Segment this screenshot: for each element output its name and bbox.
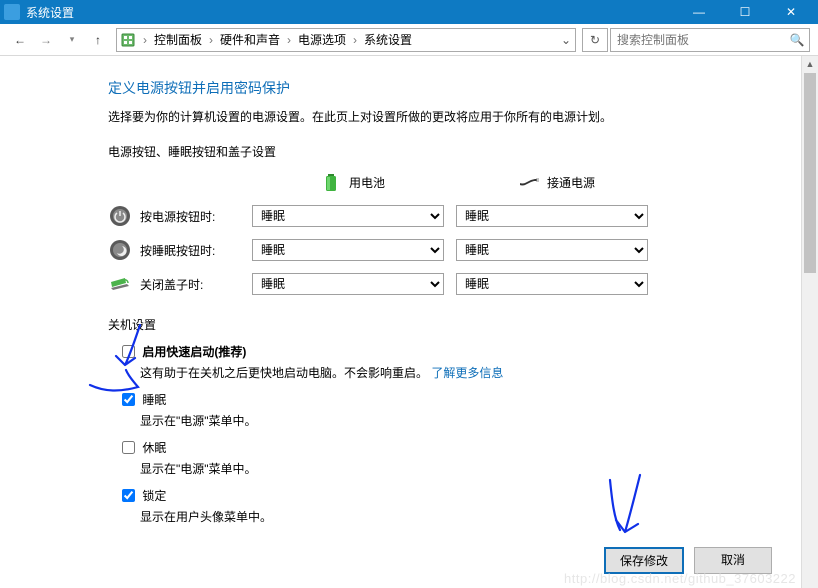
power-section-title: 电源按钮、睡眠按钮和盖子设置 — [108, 143, 761, 160]
sleep-sub: 显示在"电源"菜单中。 — [140, 412, 761, 429]
shutdown-section-title: 关机设置 — [108, 316, 761, 333]
fast-startup-label: 启用快速启动(推荐) — [142, 345, 246, 359]
close-lid-plugged-select[interactable]: 睡眠 — [456, 273, 648, 295]
up-button[interactable]: ↑ — [86, 28, 110, 52]
sleep-checkbox-label: 睡眠 — [142, 393, 166, 407]
lock-checkbox[interactable] — [122, 489, 135, 502]
window-title: 系统设置 — [26, 4, 676, 21]
plug-icon — [517, 170, 541, 194]
save-button[interactable]: 保存修改 — [604, 547, 684, 574]
control-panel-icon — [117, 32, 139, 48]
chevron-right-icon: › — [207, 33, 215, 47]
search-input[interactable] — [611, 33, 785, 47]
navigation-bar: ← → ▾ ↑ › 控制面板 › 硬件和声音 › 电源选项 › 系统设置 ⌄ ↻… — [0, 24, 818, 56]
app-icon — [4, 4, 20, 20]
scroll-thumb[interactable] — [804, 73, 816, 273]
content-area: 定义电源按钮并启用密码保护 选择要为你的计算机设置的电源设置。在此页上对设置所做… — [0, 56, 801, 588]
hibernate-sub: 显示在"电源"菜单中。 — [140, 460, 761, 477]
chevron-right-icon: › — [141, 33, 149, 47]
lid-icon — [108, 272, 132, 296]
back-button[interactable]: ← — [8, 28, 32, 52]
maximize-button[interactable]: ☐ — [722, 0, 768, 24]
page-title: 定义电源按钮并启用密码保护 — [108, 78, 761, 98]
lock-sub: 显示在用户头像菜单中。 — [140, 508, 761, 525]
breadcrumb-dropdown[interactable]: ⌄ — [557, 33, 575, 47]
scroll-up-button[interactable]: ▲ — [802, 56, 818, 73]
title-bar: 系统设置 — ☐ ✕ — [0, 0, 818, 24]
crumb-control-panel[interactable]: 控制面板 — [150, 29, 206, 50]
battery-column-header: 用电池 — [252, 170, 452, 194]
fast-startup-sub: 这有助于在关机之后更快地启动电脑。不会影响重启。 了解更多信息 — [140, 364, 761, 381]
close-button[interactable]: ✕ — [768, 0, 814, 24]
crumb-power-options[interactable]: 电源选项 — [294, 29, 350, 50]
power-button-plugged-select[interactable]: 睡眠 — [456, 205, 648, 227]
sleep-button-icon — [108, 238, 132, 262]
breadcrumb[interactable]: › 控制面板 › 硬件和声音 › 电源选项 › 系统设置 ⌄ — [116, 28, 576, 52]
forward-button[interactable]: → — [34, 28, 58, 52]
cancel-button[interactable]: 取消 — [694, 547, 772, 574]
chevron-right-icon: › — [351, 33, 359, 47]
learn-more-link[interactable]: 了解更多信息 — [431, 366, 503, 380]
plugged-column-header: 接通电源 — [456, 170, 656, 194]
power-button-row-label: 按电源按钮时: — [108, 204, 248, 228]
power-button-battery-select[interactable]: 睡眠 — [252, 205, 444, 227]
recent-dropdown[interactable]: ▾ — [60, 28, 84, 52]
search-icon[interactable]: 🔍 — [785, 33, 809, 47]
vertical-scrollbar[interactable]: ▲ — [801, 56, 818, 588]
close-lid-battery-select[interactable]: 睡眠 — [252, 273, 444, 295]
hibernate-checkbox[interactable] — [122, 441, 135, 454]
minimize-button[interactable]: — — [676, 0, 722, 24]
search-box[interactable]: 🔍 — [610, 28, 810, 52]
sleep-checkbox[interactable] — [122, 393, 135, 406]
sleep-button-plugged-select[interactable]: 睡眠 — [456, 239, 648, 261]
crumb-hardware-sound[interactable]: 硬件和声音 — [216, 29, 284, 50]
fast-startup-checkbox[interactable] — [122, 345, 135, 358]
sleep-button-row-label: 按睡眠按钮时: — [108, 238, 248, 262]
page-intro: 选择要为你的计算机设置的电源设置。在此页上对设置所做的更改将应用于你所有的电源计… — [108, 108, 761, 125]
hibernate-checkbox-label: 休眠 — [142, 441, 166, 455]
refresh-button[interactable]: ↻ — [582, 28, 608, 52]
crumb-system-settings[interactable]: 系统设置 — [360, 29, 416, 50]
battery-icon — [319, 170, 343, 194]
power-button-icon — [108, 204, 132, 228]
close-lid-row-label: 关闭盖子时: — [108, 272, 248, 296]
chevron-right-icon: › — [285, 33, 293, 47]
sleep-button-battery-select[interactable]: 睡眠 — [252, 239, 444, 261]
lock-checkbox-label: 锁定 — [142, 489, 166, 503]
watermark-text: http://blog.csdn.net/github_37603222 — [564, 571, 796, 586]
